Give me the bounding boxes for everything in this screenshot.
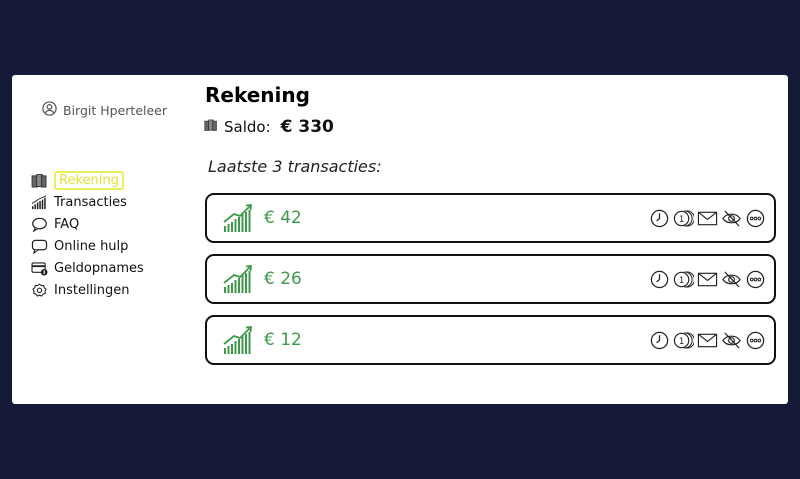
transaction-amount: € 26 — [264, 269, 302, 289]
hide-icon[interactable] — [721, 269, 742, 290]
coins-icon[interactable]: 1 — [673, 330, 694, 351]
growth-chart-icon — [222, 324, 254, 356]
chat-icon — [30, 239, 48, 255]
growth-chart-icon — [222, 202, 254, 234]
transactions-heading: Laatste 3 transacties: — [208, 157, 382, 176]
sidebar-nav: Rekening Transacties FAQ Online hulp Gel… — [30, 171, 144, 300]
card-withdraw-icon — [30, 261, 48, 277]
mail-icon[interactable] — [697, 208, 718, 229]
clock-icon[interactable] — [649, 330, 670, 351]
speech-bubble-icon — [30, 217, 48, 233]
sidebar-item-label: Geldopnames — [54, 261, 144, 276]
user-name: Birgit Hperteleer — [63, 102, 167, 118]
balance-amount: € 330 — [280, 117, 334, 137]
svg-text:1: 1 — [679, 275, 684, 285]
sidebar-item-instellingen[interactable]: Instellingen — [30, 281, 144, 300]
coins-icon[interactable]: 1 — [673, 269, 694, 290]
coins-icon[interactable]: 1 — [673, 208, 694, 229]
page-title: Rekening — [205, 83, 310, 107]
sidebar-item-transacties[interactable]: Transacties — [30, 193, 144, 212]
svg-text:1: 1 — [679, 336, 684, 346]
user-profile[interactable]: Birgit Hperteleer — [42, 101, 167, 119]
wallet-icon — [204, 118, 218, 136]
svg-text:1: 1 — [679, 214, 684, 224]
sidebar-item-geldopnames[interactable]: Geldopnames — [30, 259, 144, 278]
sidebar-item-rekening[interactable]: Rekening — [30, 171, 144, 190]
sidebar-item-label: FAQ — [54, 217, 80, 232]
clock-icon[interactable] — [649, 269, 670, 290]
transaction-actions: 1 — [649, 269, 766, 290]
clock-icon[interactable] — [649, 208, 670, 229]
transaction-amount: € 42 — [264, 208, 302, 228]
more-icon[interactable] — [745, 330, 766, 351]
transaction-row[interactable]: € 42 1 — [205, 193, 776, 243]
sidebar-item-faq[interactable]: FAQ — [30, 215, 144, 234]
sidebar-item-label: Instellingen — [54, 283, 130, 298]
sidebar-item-label: Rekening — [54, 171, 124, 190]
sidebar-item-online-hulp[interactable]: Online hulp — [30, 237, 144, 256]
sidebar-item-label: Transacties — [54, 195, 127, 210]
gear-icon — [30, 283, 48, 299]
growth-chart-icon — [222, 263, 254, 295]
transaction-actions: 1 — [649, 208, 766, 229]
sidebar-item-label: Online hulp — [54, 239, 129, 254]
balance: Saldo: € 330 — [204, 117, 334, 137]
more-icon[interactable] — [745, 208, 766, 229]
wallet-icon — [30, 173, 48, 189]
mail-icon[interactable] — [697, 269, 718, 290]
transaction-row[interactable]: € 26 1 — [205, 254, 776, 304]
main-card: Birgit Hperteleer Rekening Transacties F… — [12, 75, 788, 404]
hide-icon[interactable] — [721, 208, 742, 229]
hide-icon[interactable] — [721, 330, 742, 351]
transaction-amount: € 12 — [264, 330, 302, 350]
transaction-actions: 1 — [649, 330, 766, 351]
user-circle-icon — [42, 101, 57, 119]
transaction-row[interactable]: € 12 1 — [205, 315, 776, 365]
bar-chart-icon — [30, 195, 48, 211]
mail-icon[interactable] — [697, 330, 718, 351]
more-icon[interactable] — [745, 269, 766, 290]
balance-label: Saldo: — [224, 118, 271, 136]
